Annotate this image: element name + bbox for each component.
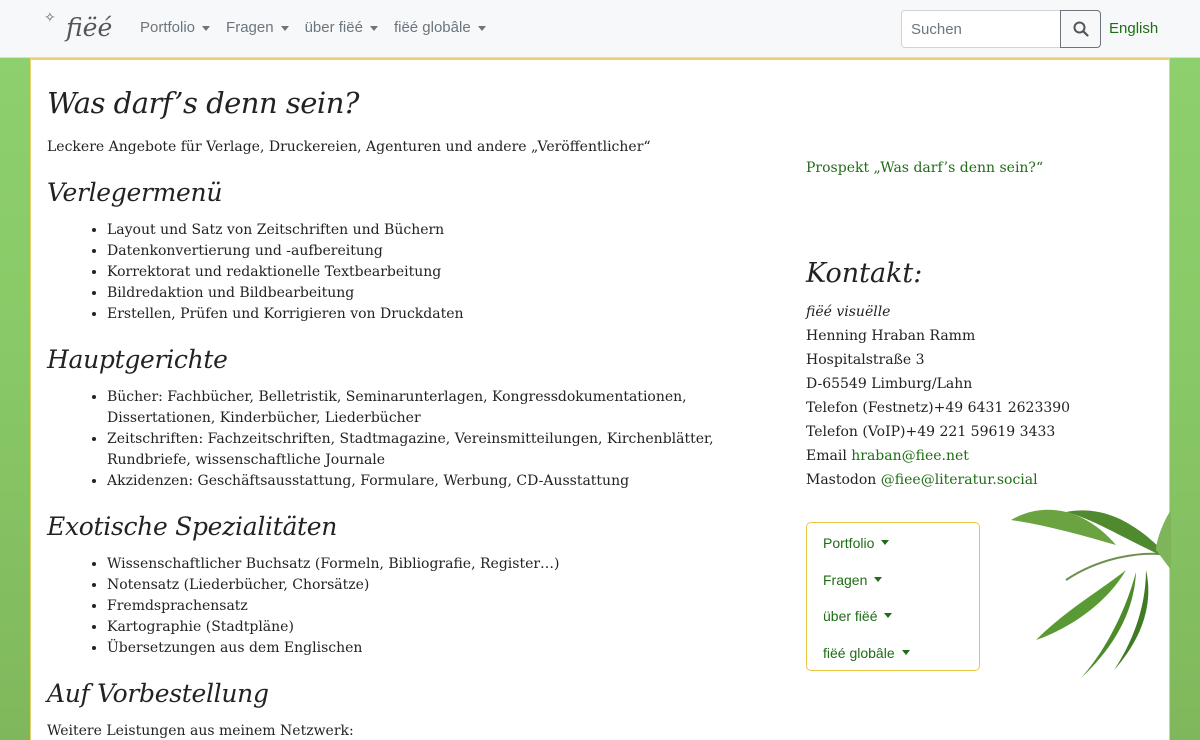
contact-street: Hospitalstraße 3 [806, 352, 925, 368]
mastodon-label: Mastodon [806, 472, 877, 488]
chevron-down-icon [202, 25, 211, 31]
sidebar-item-globale[interactable]: fiëé globâle [823, 641, 979, 678]
list-spezialitaeten: Wissenschaftlicher Buchsatz (Formeln, Bi… [107, 554, 787, 659]
sidebar-item-label: fiëé globâle [823, 644, 895, 661]
voip-label: Telefon (VoIP) [806, 424, 906, 440]
contact-mastodon-row: Mastodon @fiee@literatur.social [806, 468, 1070, 492]
sidebar-item-label: Fragen [823, 571, 868, 588]
chevron-down-icon [280, 25, 289, 31]
top-navbar: ✧ fiëé Portfolio Fragen über fiëé fiëé g… [0, 0, 1200, 58]
list-item: Wissenschaftlicher Buchsatz (Formeln, Bi… [107, 554, 787, 575]
search-icon [1073, 21, 1089, 37]
nav-fragen-label: Fragen [226, 19, 274, 36]
list-item: Bildredaktion und Bildbearbeitung [107, 283, 787, 304]
main-nav: Portfolio Fragen über fiëé fiëé globâle [140, 18, 502, 38]
section-title-vorbestellung: Auf Vorbestellung [47, 679, 269, 708]
nav-portfolio[interactable]: Portfolio [140, 18, 211, 38]
list-item: Korrektorat und redaktionelle Textbearbe… [107, 262, 787, 283]
nav-globale[interactable]: fiëé globâle [394, 18, 486, 38]
list-item: Erstellen, Prüfen und Korrigieren von Dr… [107, 304, 787, 325]
chevron-down-icon [881, 540, 890, 545]
list-item: Bücher: Fachbücher, Belletristik, Semina… [107, 387, 787, 429]
nav-ueber[interactable]: über fiëé [305, 18, 378, 38]
company-name: fiëé visuëlle [806, 304, 891, 320]
section-title-spezialitaeten: Exotische Spezialitäten [47, 512, 338, 541]
list-item: Fremdsprachensatz [107, 596, 787, 617]
vorbestellung-note: Weitere Leistungen aus meinem Netzwerk: [47, 723, 354, 739]
list-item: Datenkonvertierung und -aufbereitung [107, 241, 787, 262]
list-verlegermenue: Layout und Satz von Zeitschriften und Bü… [107, 220, 787, 325]
chevron-down-icon [874, 576, 883, 582]
intro-text: Leckere Angebote für Verlage, Druckereie… [47, 139, 651, 155]
search-button[interactable] [1060, 10, 1101, 48]
sidebar-item-fragen[interactable]: Fragen [823, 568, 979, 605]
chevron-down-icon [477, 25, 486, 31]
list-item: Layout und Satz von Zeitschriften und Bü… [107, 220, 787, 241]
prospekt-link[interactable]: Prospekt „Was darf’s denn sein?“ [806, 158, 1043, 178]
list-item: Akzidenzen: Geschäftsausstattung, Formul… [107, 471, 787, 492]
nav-ueber-label: über fiëé [304, 19, 363, 36]
mastodon-link[interactable]: @fiee@literatur.social [881, 472, 1038, 488]
content-panel: Was darf’s denn sein? Leckere Angebote f… [30, 58, 1171, 740]
phone-label: Telefon (Festnetz) [806, 400, 934, 416]
logo-text: fiëé [66, 13, 113, 42]
nav-portfolio-label: Portfolio [140, 19, 196, 36]
page-title: Was darf’s denn sein? [47, 86, 359, 120]
sidebar-item-label: Portfolio [823, 535, 875, 551]
contact-address: fiëé visuëlle Henning Hraban Ramm Hospit… [806, 300, 1070, 492]
sidebar-item-portfolio[interactable]: Portfolio [823, 531, 979, 568]
language-switch-link[interactable]: English [1109, 19, 1158, 39]
contact-title: Kontakt: [806, 258, 923, 289]
list-hauptgerichte: Bücher: Fachbücher, Belletristik, Semina… [107, 387, 787, 492]
contact-email-row: Email hraban@fiee.net [806, 444, 1070, 468]
contact-phone-row: Telefon (Festnetz)+49 6431 2623390 [806, 396, 1070, 420]
email-link[interactable]: hraban@fiee.net [851, 448, 969, 464]
phone-number: +49 6431 2623390 [933, 400, 1071, 416]
contact-voip-row: Telefon (VoIP)+49 221 59619 3433 [806, 420, 1070, 444]
chevron-down-icon [901, 649, 910, 655]
search-input[interactable] [901, 10, 1061, 48]
section-title-verlegermenue: Verlegermenü [47, 178, 223, 207]
voip-number: +49 221 59619 3433 [905, 424, 1056, 440]
nav-fragen[interactable]: Fragen [226, 18, 289, 38]
section-title-hauptgerichte: Hauptgerichte [47, 345, 228, 374]
logo-star-icon: ✧ [44, 9, 56, 25]
site-logo[interactable]: ✧ fiëé [44, 9, 112, 44]
sidebar-item-ueber[interactable]: über fiëé [823, 604, 979, 641]
sidebar-item-label: über fiëé [823, 608, 878, 624]
list-item: Kartographie (Stadtpläne) [107, 617, 787, 638]
contact-name: Henning Hraban Ramm [806, 328, 976, 344]
chevron-down-icon [884, 613, 893, 618]
email-label: Email [806, 448, 847, 464]
list-item: Zeitschriften: Fachzeitschriften, Stadtm… [107, 429, 787, 471]
nav-globale-label: fiëé globâle [393, 19, 471, 36]
contact-city: D-65549 Limburg/Lahn [806, 376, 973, 392]
chevron-down-icon [369, 25, 378, 31]
list-item: Übersetzungen aus dem Englischen [107, 638, 787, 659]
sage-leaves-illustration [1011, 509, 1171, 678]
list-item: Notensatz (Liederbücher, Chorsätze) [107, 575, 787, 596]
sidebar-nav-box: Portfolio Fragen über fiëé fiëé globâle [806, 522, 980, 671]
